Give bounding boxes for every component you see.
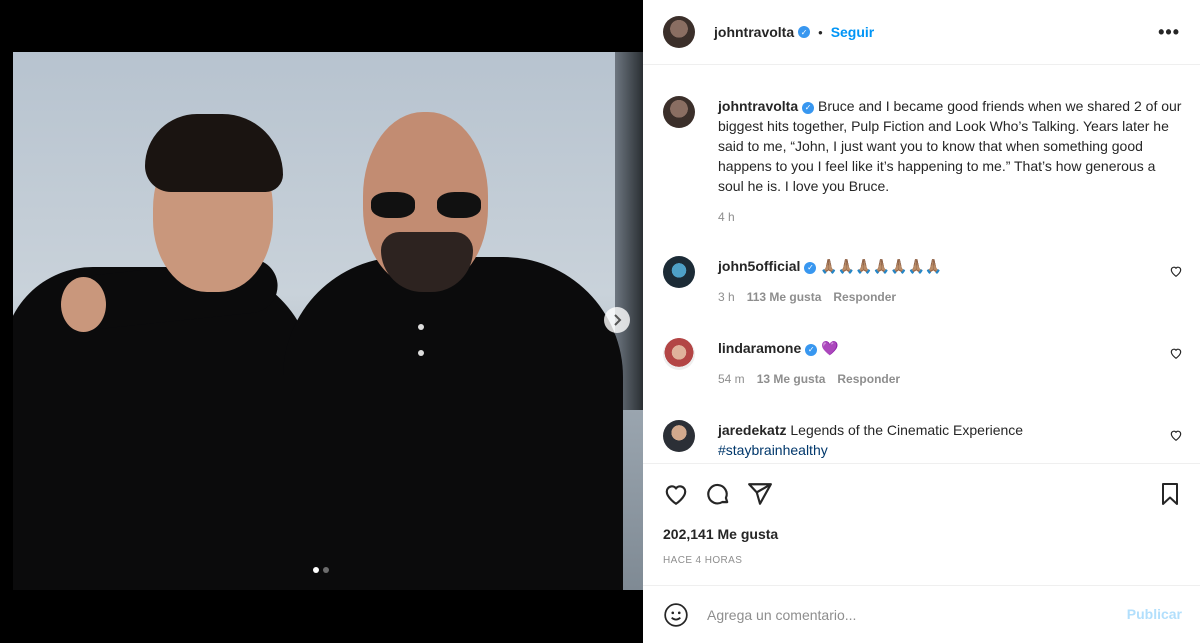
action-icons bbox=[663, 481, 773, 507]
bookmark-icon[interactable] bbox=[1158, 481, 1182, 507]
heart-icon[interactable] bbox=[663, 481, 689, 507]
post-media bbox=[0, 0, 643, 643]
commenter-avatar[interactable] bbox=[663, 256, 695, 288]
post-header: johntravolta ✓ • Seguir ••• bbox=[643, 0, 1200, 65]
commenter-username[interactable]: john5official bbox=[718, 258, 800, 274]
comment-likes[interactable]: 13 Me gusta bbox=[757, 372, 826, 386]
comment-body: lindaramone ✓ 💜 bbox=[718, 338, 1183, 358]
author-avatar[interactable] bbox=[663, 16, 695, 48]
header-separator: • bbox=[818, 24, 823, 40]
commenter-avatar[interactable] bbox=[663, 420, 695, 452]
caption-body: johntravolta ✓ Bruce and I became good fr… bbox=[718, 96, 1183, 196]
follow-button[interactable]: Seguir bbox=[831, 24, 875, 40]
shirt-button bbox=[418, 350, 424, 356]
comment-reply-button[interactable]: Responder bbox=[833, 290, 896, 304]
commenter-username[interactable]: jaredekatz bbox=[718, 422, 786, 438]
post-caption: johntravolta ✓ Bruce and I became good fr… bbox=[663, 96, 1183, 224]
comment-item: lindaramone ✓ 💜 54 m 13 Me gusta Responde… bbox=[663, 338, 1183, 386]
photo-hair-left bbox=[145, 114, 283, 192]
carousel-dot bbox=[323, 567, 329, 573]
comment-text: 💜 bbox=[821, 340, 839, 356]
comment-age[interactable]: 3 h bbox=[718, 290, 735, 304]
post-actions: 202,141 Me gusta HACE 4 HORAS bbox=[643, 463, 1200, 585]
comment-composer: Publicar bbox=[643, 585, 1200, 643]
comment-like-heart-icon[interactable] bbox=[1169, 264, 1183, 278]
paper-plane-icon[interactable] bbox=[747, 481, 773, 507]
comment-reply-button[interactable]: Responder bbox=[837, 372, 900, 386]
carousel-indicator bbox=[313, 567, 329, 573]
comment-item: jaredekatz Legends of the Cinematic Expe… bbox=[663, 420, 1183, 460]
comment-text: 🙏🏽🙏🏽🙏🏽🙏🏽🙏🏽🙏🏽🙏🏽 bbox=[820, 258, 943, 274]
commenter-username[interactable]: lindaramone bbox=[718, 340, 801, 356]
comment-meta: 3 h 113 Me gusta Responder bbox=[718, 290, 1183, 304]
comment-hashtag-link[interactable]: #staybrainhealthy bbox=[718, 442, 828, 458]
comment-age[interactable]: 54 m bbox=[718, 372, 745, 386]
shirt-button bbox=[418, 324, 424, 330]
comment-icon[interactable] bbox=[705, 481, 731, 507]
carousel-dot-active bbox=[313, 567, 319, 573]
comment-like-heart-icon[interactable] bbox=[1169, 346, 1183, 360]
more-options-button[interactable]: ••• bbox=[1158, 22, 1180, 43]
photo-hand bbox=[61, 277, 106, 332]
verified-badge-icon: ✓ bbox=[798, 26, 811, 38]
comment-input[interactable] bbox=[707, 606, 1097, 623]
verified-badge-icon: ✓ bbox=[805, 344, 818, 356]
likes-count[interactable]: 202,141 Me gusta bbox=[663, 526, 778, 542]
chevron-right-icon bbox=[614, 314, 622, 326]
comment-like-heart-icon[interactable] bbox=[1169, 428, 1183, 442]
smiley-icon[interactable] bbox=[663, 602, 689, 628]
author-username[interactable]: johntravolta bbox=[714, 24, 794, 40]
post-side-panel: johntravolta ✓ • Seguir ••• johntravolta… bbox=[643, 0, 1200, 643]
comment-item: john5official ✓ 🙏🏽🙏🏽🙏🏽🙏🏽🙏🏽🙏🏽🙏🏽 3 h 113 Me… bbox=[663, 256, 1183, 304]
comments-list[interactable]: johntravolta ✓ Bruce and I became good fr… bbox=[643, 66, 1200, 463]
post-photo[interactable] bbox=[13, 52, 643, 590]
comment-text: Legends of the Cinematic Experience bbox=[790, 422, 1024, 438]
save-button[interactable] bbox=[1158, 481, 1182, 507]
comment-meta: 54 m 13 Me gusta Responder bbox=[718, 372, 1183, 386]
photo-sunglasses bbox=[371, 192, 481, 220]
publish-button[interactable]: Publicar bbox=[1127, 606, 1182, 622]
post-timestamp[interactable]: HACE 4 HORAS bbox=[663, 555, 742, 566]
author-avatar[interactable] bbox=[663, 96, 695, 128]
comment-body: john5official ✓ 🙏🏽🙏🏽🙏🏽🙏🏽🙏🏽🙏🏽🙏🏽 bbox=[718, 256, 1183, 276]
comment-body: jaredekatz Legends of the Cinematic Expe… bbox=[718, 420, 1183, 460]
caption-age[interactable]: 4 h bbox=[718, 210, 735, 224]
caption-username[interactable]: johntravolta bbox=[718, 98, 798, 114]
photo-person-right bbox=[283, 257, 623, 590]
verified-badge-icon: ✓ bbox=[802, 102, 815, 114]
verified-badge-icon: ✓ bbox=[804, 262, 817, 274]
caption-meta: 4 h bbox=[718, 210, 1183, 224]
carousel-next-button[interactable] bbox=[604, 307, 630, 333]
commenter-avatar[interactable] bbox=[663, 338, 695, 370]
comment-likes[interactable]: 113 Me gusta bbox=[747, 290, 822, 304]
